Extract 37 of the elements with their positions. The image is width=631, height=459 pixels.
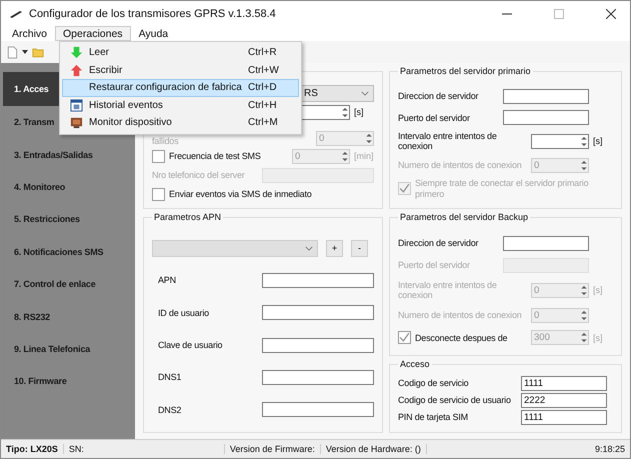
group-title: Parametros del servidor primario	[398, 66, 533, 76]
status-text: Version de Firmware:	[224, 444, 321, 454]
field-label: Desconecte despues de	[415, 332, 508, 343]
unit-label: [s]	[593, 136, 604, 146]
unit-label: [s]	[593, 332, 604, 343]
group-title: Parametros del servidor Backup	[398, 212, 530, 222]
status-text: Version de Hardware: ()	[320, 444, 427, 454]
field-label: Nro telefonico del server	[152, 170, 246, 180]
field-label: Direccion de servidor	[398, 91, 480, 102]
field-label: Intervalo entre intentos de conexion	[398, 280, 498, 301]
status-text: SN:	[64, 444, 225, 454]
group-title: Parametros APN	[152, 212, 224, 222]
field-label: Numero de intentos de conexion	[398, 160, 523, 170]
field-label: fallidos	[152, 136, 180, 146]
status-time: 9:18:25	[594, 444, 626, 454]
field-label: Puerto del servidor	[398, 112, 471, 124]
field-label: Codigo de servicio	[398, 378, 470, 389]
window-title: Configurador de los transmisores GPRS v.1.3.58.4	[29, 8, 276, 20]
field-label: Frecuencia de test SMS	[169, 150, 262, 162]
field-label: Direccion de servidor	[398, 238, 480, 248]
field-label: DNS2	[157, 404, 182, 416]
unit-label: [s]	[593, 285, 604, 296]
unit-label: [s]	[354, 107, 365, 117]
field-label: ID de usuario	[157, 308, 210, 318]
field-label: Enviar eventos via SMS de inmediato	[169, 188, 313, 200]
field-label: DNS1	[157, 372, 182, 383]
field-label: Numero de intentos de conexion	[398, 310, 523, 321]
field-label: Intervalo entre intentos de conexion	[398, 130, 498, 152]
field-label: Clave de usuario	[157, 340, 224, 350]
unit-label: [min]	[354, 151, 374, 161]
field-label: APN	[157, 275, 177, 286]
status-text: Tipo: LX20S	[1, 444, 64, 454]
field-label: Codigo de servicio de usuario	[398, 395, 512, 406]
field-label: Puerto del servidor	[398, 260, 471, 271]
group-title: Acceso	[398, 359, 432, 369]
field-label: Siempre trate de conectar el servidor primario primero	[415, 178, 589, 200]
field-label: PIN de tarjeta SIM	[398, 412, 469, 423]
